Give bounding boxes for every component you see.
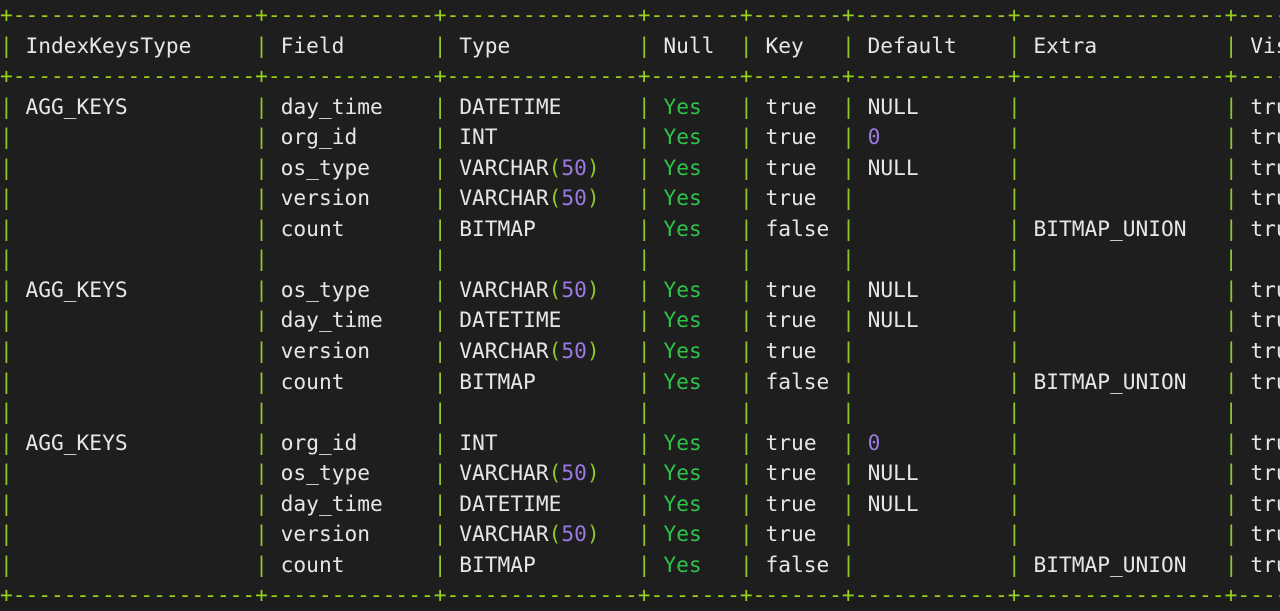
table-border-header: +-------------------+-------------+-----…	[0, 63, 1280, 89]
table-row: | | count | BITMAP | Yes | false | | BIT…	[0, 215, 1280, 241]
table-row: | | | | | | | | |	[0, 399, 1238, 425]
table-row: | | os_type | VARCHAR(50) | Yes | true |…	[0, 154, 1280, 180]
table-row: | | org_id | INT | Yes | true | 0 | | tr…	[0, 124, 1280, 150]
table-row: | AGG_KEYS | org_id | INT | Yes | true |…	[0, 429, 1280, 455]
table-row: | | os_type | VARCHAR(50) | Yes | true |…	[0, 460, 1280, 486]
table-border-top: +-------------------+-------------+-----…	[0, 2, 1280, 27]
table-row: | | day_time | DATETIME | Yes | true | N…	[0, 307, 1280, 333]
table-row: | | version | VARCHAR(50) | Yes | true |…	[0, 521, 1280, 547]
table-row: | | version | VARCHAR(50) | Yes | true |…	[0, 185, 1280, 211]
table-row: | AGG_KEYS | day_time | DATETIME | Yes |…	[0, 93, 1280, 119]
terminal-output: +-------------------+-------------+-----…	[0, 0, 1280, 607]
table-row: | | | | | | | | |	[0, 246, 1238, 272]
table-header-row: | IndexKeysType | Field | Type | Null | …	[0, 32, 1280, 58]
table-border-bottom: +-------------------+-------------+-----…	[0, 582, 1280, 608]
table-row: | | version | VARCHAR(50) | Yes | true |…	[0, 338, 1280, 364]
table-row: | | day_time | DATETIME | Yes | true | N…	[0, 490, 1280, 516]
table-row: | | count | BITMAP | Yes | false | | BIT…	[0, 368, 1280, 394]
table-row: | AGG_KEYS | os_type | VARCHAR(50) | Yes…	[0, 276, 1280, 302]
table-row: | | count | BITMAP | Yes | false | | BIT…	[0, 551, 1280, 577]
